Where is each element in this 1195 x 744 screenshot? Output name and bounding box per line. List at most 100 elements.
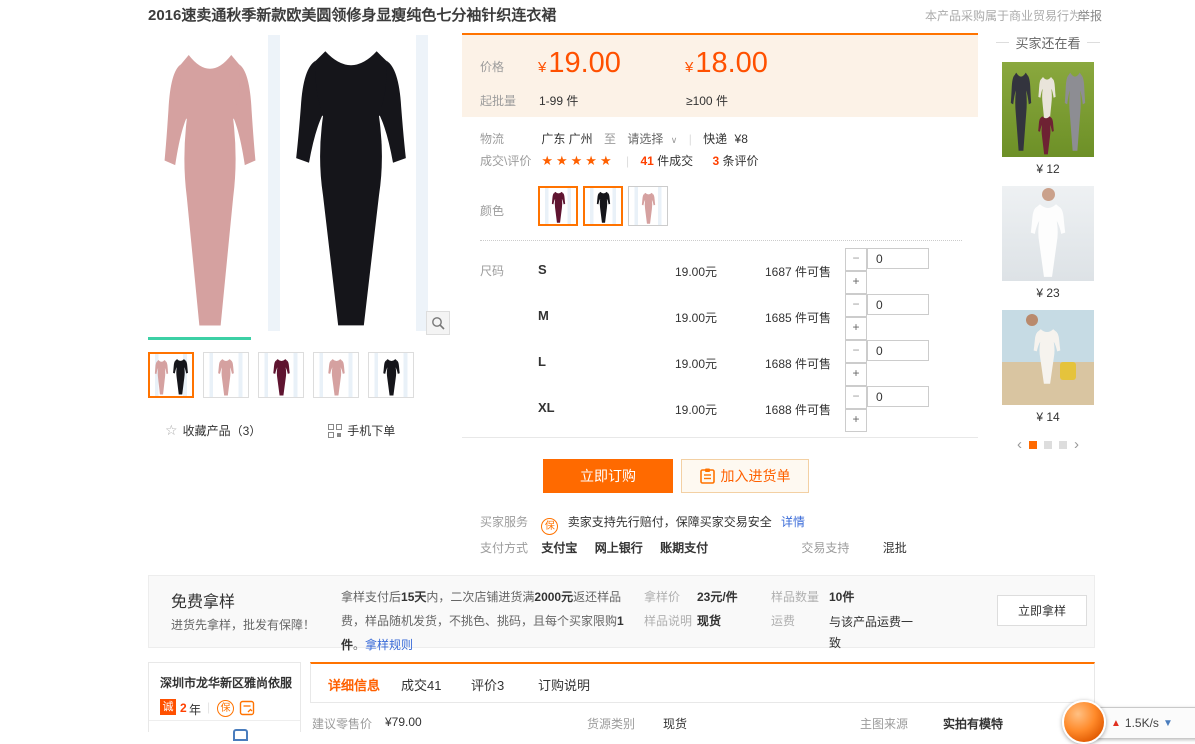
trade-support-label: 交易支持 [801, 541, 849, 555]
size-row-m: M 19.00元 1685 件可售 − + [462, 294, 978, 340]
size-price: 19.00元 [675, 401, 717, 418]
thumbnail-darkred[interactable] [258, 352, 304, 398]
related-product-price: ¥ 23 [993, 286, 1103, 300]
deal-count[interactable]: 41 [640, 154, 653, 168]
tab-order-notes[interactable]: 订购说明 [538, 675, 590, 694]
deal-suffix[interactable]: 件成交 [657, 154, 693, 168]
desc-bold: 15天 [401, 590, 426, 604]
related-product-card[interactable]: ¥ 23 [993, 186, 1103, 300]
payment-label: 支付方式 [480, 539, 538, 556]
plus-button[interactable]: + [845, 317, 867, 340]
tab-reviews[interactable]: 评价3 [471, 675, 504, 694]
swatch-darkred-selected[interactable] [538, 186, 578, 226]
source-type-label: 货源类别 [587, 715, 635, 732]
section-divider [462, 437, 978, 438]
favorite-product-button[interactable]: 收藏产品（3） [183, 422, 262, 439]
sample-rule-link[interactable]: 拿样规则 [365, 638, 413, 652]
add-to-cart-button[interactable]: 加入进货单 [681, 459, 809, 493]
destination-select[interactable]: 请选择 [627, 132, 663, 146]
photo-source-label: 主图来源 [860, 715, 908, 732]
thumbnail-pink2[interactable] [313, 352, 359, 398]
page-title: 2016速卖通秋季新款欧美圆领修身显瘦纯色七分袖针织连衣裙 [148, 4, 556, 25]
minus-button[interactable]: − [845, 386, 867, 409]
swatch-pink[interactable] [628, 186, 668, 226]
payment-credit: 账期支付 [660, 541, 708, 555]
trade-support-value: 混批 [883, 541, 907, 555]
pager-dot[interactable] [1044, 441, 1052, 449]
free-sample-box: 免费拿样 进货先拿样，批发有保障！ 拿样支付后15天内，二次店铺进货满2000元… [148, 575, 1095, 648]
order-now-button[interactable]: 立即订购 [543, 459, 673, 493]
desc-text: 拿样支付后 [341, 590, 401, 604]
image-underline [148, 337, 251, 340]
moq-label: 起批量 [480, 92, 516, 109]
size-stock: 1687 件可售 [765, 263, 831, 280]
pager-next-icon[interactable]: › [1074, 436, 1079, 453]
payment-row: 支付方式 支付宝 网上银行 账期支付 交易支持 混批 [480, 539, 907, 556]
report-link[interactable]: 举报 [1078, 7, 1102, 24]
related-product-image [1002, 186, 1094, 281]
product-main-image[interactable] [148, 35, 456, 341]
price-value: 19.00 [548, 47, 621, 79]
size-price: 19.00元 [675, 355, 717, 372]
magnifier-icon[interactable] [426, 311, 450, 335]
shield-icon: 保 [217, 700, 234, 717]
tab-deals[interactable]: 成交41 [401, 675, 441, 694]
express-label: 快递 [703, 132, 727, 146]
buyer-service-row: 买家服务 保 卖家支持先行赔付，保障买家交易安全 详情 [480, 513, 805, 535]
thumbnail-duo-selected[interactable] [148, 352, 194, 398]
divider: | [626, 154, 629, 168]
widget-ball-icon[interactable] [1062, 700, 1106, 744]
plus-button[interactable]: + [845, 409, 867, 432]
pager-dot[interactable] [1059, 441, 1067, 449]
size-name: S [538, 262, 547, 277]
mobile-order-button[interactable]: 手机下单 [347, 422, 395, 439]
price-tier-1: ¥19.00 [538, 49, 621, 82]
upload-arrow-icon: ▲ [1111, 718, 1121, 729]
related-product-card[interactable]: ¥ 12 [993, 62, 1103, 176]
review-suffix[interactable]: 条评价 [723, 154, 759, 168]
swatch-black-selected[interactable] [583, 186, 623, 226]
quantity-input[interactable] [867, 248, 929, 269]
payment-netbank: 网上银行 [595, 541, 643, 555]
plus-button[interactable]: + [845, 271, 867, 294]
guarantee-shield-icon: 保 [541, 518, 558, 535]
sidebar-title: 买家还在看 [993, 33, 1103, 52]
download-speed-widget[interactable]: ▲ 1.5K/s ▼ [1062, 700, 1195, 740]
tab-detail-info[interactable]: 详细信息 [328, 675, 380, 694]
thumbnail-black[interactable] [368, 352, 414, 398]
sample-price-value: 23元/件 [697, 588, 738, 605]
pink-dress-photo [152, 39, 268, 337]
minus-button[interactable]: − [845, 294, 867, 317]
quantity-input[interactable] [867, 386, 929, 407]
logistics-to: 至 [604, 132, 616, 146]
price-box: 价格 ¥19.00 ¥18.00 起批量 1-99 件 ≥100 件 [462, 33, 978, 117]
color-label: 颜色 [480, 202, 504, 219]
image-bg-stripe [268, 35, 280, 331]
minus-button[interactable]: − [845, 248, 867, 271]
detail-tabbar: 详细信息 成交41 评价3 订购说明 [310, 662, 1095, 703]
thumbnail-pink[interactable] [203, 352, 249, 398]
minus-button[interactable]: − [845, 340, 867, 363]
get-sample-button[interactable]: 立即拿样 [997, 595, 1087, 626]
rating-row: 成交\评价 ★★★★★ | 41 件成交 3 条评价 [480, 152, 759, 169]
quantity-input[interactable] [867, 340, 929, 361]
store-icon [233, 729, 248, 741]
logistics-label: 物流 [480, 130, 538, 147]
size-name: M [538, 308, 549, 323]
pager-prev-icon[interactable]: ‹ [1017, 436, 1022, 453]
related-products-sidebar: 买家还在看 ¥ 12 ¥ 23 ¥ 14 ‹ › [993, 33, 1103, 453]
price-value: 18.00 [695, 47, 768, 79]
seller-name[interactable]: 深圳市龙华新区雅尚依服... [160, 674, 292, 691]
service-detail-link[interactable]: 详情 [781, 515, 805, 529]
related-product-card[interactable]: ¥ 14 [993, 310, 1103, 424]
sidebar-pager: ‹ › [993, 436, 1103, 453]
chevron-down-icon[interactable]: ∨ [671, 135, 678, 145]
size-name: L [538, 354, 546, 369]
pager-dot-active[interactable] [1029, 441, 1037, 449]
clipboard-icon [700, 468, 715, 484]
quantity-input[interactable] [867, 294, 929, 315]
review-count[interactable]: 3 [713, 154, 720, 168]
thumbnail-strip [148, 352, 414, 398]
guarantee-doc-icon [239, 700, 255, 716]
plus-button[interactable]: + [845, 363, 867, 386]
